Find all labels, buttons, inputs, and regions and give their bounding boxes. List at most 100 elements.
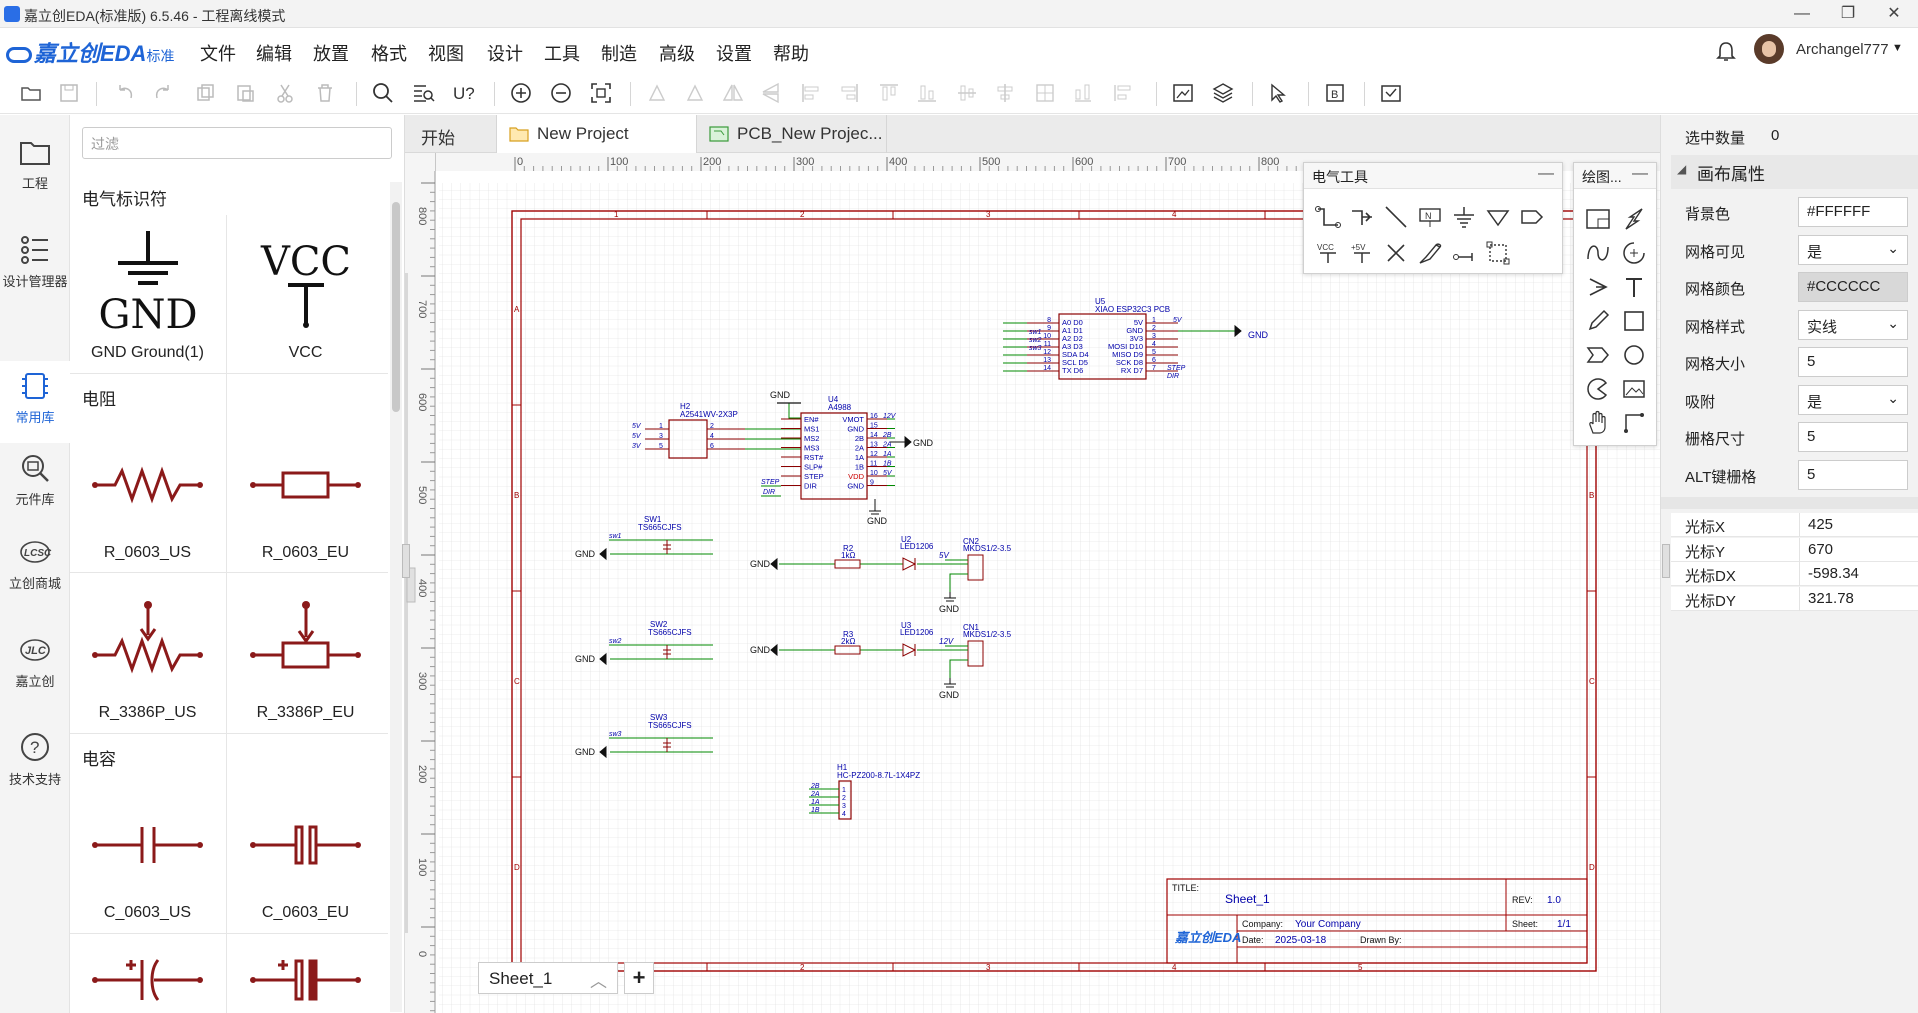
dimension-icon[interactable] xyxy=(1620,409,1648,437)
ground-icon[interactable] xyxy=(1450,203,1478,231)
prop-field[interactable]: #CCCCCC xyxy=(1798,272,1908,302)
rail-item-project[interactable]: 工程 xyxy=(0,135,70,192)
rail-item-design-manager[interactable]: 设计管理器 xyxy=(0,233,70,290)
section-collapse-icon[interactable]: ◢ xyxy=(1677,162,1686,176)
filter-input[interactable]: 过滤 xyxy=(82,127,392,159)
menu-place[interactable]: 放置 xyxy=(313,40,349,66)
library-item-gnd[interactable]: GND GND Ground(1) xyxy=(70,215,225,370)
align-left-icon[interactable] xyxy=(798,80,824,106)
image-export-icon[interactable] xyxy=(1170,80,1196,106)
rail-item-jlc[interactable]: JLC 嘉立创 xyxy=(0,633,70,690)
prop-field[interactable]: 是 ⌄ xyxy=(1798,234,1908,265)
prop-field[interactable]: 5 xyxy=(1798,459,1908,490)
library-item-c-0603-us[interactable]: C_0603_US xyxy=(70,775,225,930)
prop-field[interactable]: 5 xyxy=(1798,422,1908,452)
menu-settings[interactable]: 设置 xyxy=(716,40,752,66)
canvas-scrollbar[interactable] xyxy=(405,273,408,933)
no-connect-icon[interactable] xyxy=(1382,239,1410,267)
library-item-r-3386p-eu[interactable]: R_3386P_EU xyxy=(228,575,383,730)
no-connect-flag-icon[interactable] xyxy=(1484,203,1512,231)
arc-icon[interactable] xyxy=(1620,239,1648,267)
tab-pcb-new-project[interactable]: PCB_New Projec... xyxy=(697,115,887,153)
rotate-left-icon[interactable] xyxy=(644,80,670,106)
distribute-h-icon[interactable] xyxy=(1070,80,1096,106)
close-button[interactable]: ✕ xyxy=(1872,2,1916,26)
rotate-right-icon[interactable] xyxy=(682,80,708,106)
prop-field[interactable]: 是 ⌄ xyxy=(1798,384,1908,415)
right-panel-collapse-handle[interactable] xyxy=(1662,544,1670,578)
delete-icon[interactable] xyxy=(312,80,338,106)
polyline-icon[interactable] xyxy=(1620,205,1648,233)
pie-icon[interactable] xyxy=(1584,375,1612,403)
bezier-icon[interactable] xyxy=(1584,239,1612,267)
copy-icon[interactable] xyxy=(192,80,218,106)
net-port-icon[interactable] xyxy=(1518,203,1546,231)
menu-design[interactable]: 设计 xyxy=(487,40,523,66)
maximize-button[interactable]: ❐ xyxy=(1826,2,1870,26)
flip-horizontal-icon[interactable] xyxy=(720,80,746,106)
user-chevron-down-icon[interactable]: ▼ xyxy=(1892,42,1903,54)
flip-vertical-icon[interactable] xyxy=(758,80,784,106)
wire-icon[interactable] xyxy=(1314,203,1342,231)
vcc-icon[interactable]: VCC xyxy=(1314,239,1342,267)
align-center-v-icon[interactable] xyxy=(992,80,1018,106)
schematic-canvas[interactable]: 0 100 200 300 400 500 600 700 800 800 700 600 500 40… xyxy=(405,153,1660,1013)
drawing-tools-minimize[interactable]: — xyxy=(1632,165,1648,183)
align-center-h-icon[interactable] xyxy=(954,80,980,106)
sheet-tab[interactable]: Sheet_1 ︿ xyxy=(478,962,618,994)
library-item-c-polarized-eu[interactable] xyxy=(228,935,383,1013)
search-icon[interactable] xyxy=(370,80,396,106)
bounding-box-icon[interactable] xyxy=(1484,239,1512,267)
menu-format[interactable]: 格式 xyxy=(371,40,407,66)
avatar[interactable] xyxy=(1754,34,1784,64)
align-grid-icon[interactable] xyxy=(1032,80,1058,106)
library-item-vcc[interactable]: VCC VCC xyxy=(228,215,383,370)
zoom-out-icon[interactable] xyxy=(548,80,574,106)
arrow-icon[interactable] xyxy=(1584,273,1612,301)
tab-new-project[interactable]: New Project xyxy=(497,115,697,153)
rail-item-common-library[interactable]: 常用库 xyxy=(0,361,70,443)
open-folder-icon[interactable] xyxy=(18,80,44,106)
rail-item-tech-support[interactable]: ? 技术支持 xyxy=(0,731,70,788)
library-item-r-3386p-us[interactable]: R_3386P_US xyxy=(70,575,225,730)
rectangle-icon[interactable] xyxy=(1620,307,1648,335)
select-tool-icon[interactable] xyxy=(1266,80,1292,106)
rail-item-component-library[interactable]: 元件库 xyxy=(0,451,70,508)
menu-help[interactable]: 帮助 xyxy=(773,40,809,66)
layers-icon[interactable] xyxy=(1210,80,1236,106)
undo-icon[interactable] xyxy=(112,80,138,106)
redo-icon[interactable] xyxy=(150,80,176,106)
minimize-button[interactable]: — xyxy=(1780,2,1824,26)
menu-advanced[interactable]: 高级 xyxy=(659,40,695,66)
library-item-c-polarized-us[interactable] xyxy=(70,935,225,1013)
menu-fabrication[interactable]: 制造 xyxy=(601,40,637,66)
polygon-icon[interactable] xyxy=(1584,341,1612,369)
cut-icon[interactable] xyxy=(272,80,298,106)
menu-tools[interactable]: 工具 xyxy=(544,40,580,66)
electric-tools-minimize[interactable]: — xyxy=(1538,165,1554,183)
left-panel-collapse-handle[interactable] xyxy=(402,544,410,578)
align-top-icon[interactable] xyxy=(876,80,902,106)
user-name[interactable]: Archangel777 xyxy=(1796,41,1889,58)
notification-bell-icon[interactable] xyxy=(1714,40,1738,64)
zoom-in-icon[interactable] xyxy=(508,80,534,106)
pin-icon[interactable] xyxy=(1450,239,1478,267)
rail-item-lcsc-mall[interactable]: LCSC 立创商城 xyxy=(0,535,70,592)
prop-field[interactable]: #FFFFFF xyxy=(1798,197,1908,227)
align-right-icon[interactable] xyxy=(836,80,862,106)
probe-icon[interactable] xyxy=(1416,239,1444,267)
align-bottom-icon[interactable] xyxy=(914,80,940,106)
import-image-icon[interactable] xyxy=(1378,80,1404,106)
sheet-chevron-up-icon[interactable]: ︿ xyxy=(590,967,607,992)
add-sheet-button[interactable]: + xyxy=(624,962,654,994)
paste-icon[interactable] xyxy=(232,80,258,106)
frame-icon[interactable] xyxy=(1584,205,1612,233)
image-icon[interactable] xyxy=(1620,375,1648,403)
line-icon[interactable] xyxy=(1382,203,1410,231)
net-label-icon[interactable]: N xyxy=(1416,203,1444,231)
menu-edit[interactable]: 编辑 xyxy=(256,40,292,66)
freehand-icon[interactable] xyxy=(1584,307,1612,335)
prop-field[interactable]: 实线 ⌄ xyxy=(1798,309,1908,340)
pan-hand-icon[interactable] xyxy=(1584,409,1612,437)
fit-view-icon[interactable] xyxy=(588,80,614,106)
